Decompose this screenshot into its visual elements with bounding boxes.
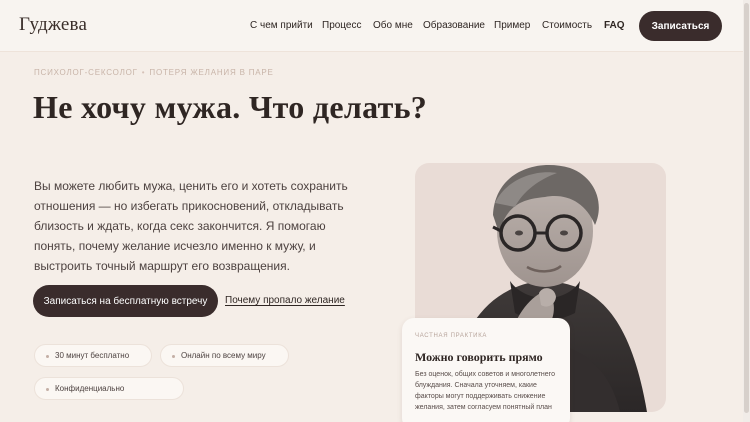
- chip-30-min-free: 30 минут бесплатно: [34, 344, 152, 367]
- nav-item-obrazovanie[interactable]: Образование: [423, 20, 485, 31]
- chip-dot-icon: [46, 355, 49, 358]
- quote-card-heading: Можно говорить прямо: [415, 350, 543, 364]
- chip-label: 30 минут бесплатно: [55, 351, 130, 360]
- nav-item-process[interactable]: Процесс: [322, 20, 362, 31]
- nav-item-stoimost[interactable]: Стоимость: [542, 20, 592, 31]
- breadcrumb: Психолог-сексолог • Потеря желания в паре: [34, 68, 274, 77]
- quote-card-text: Без оценок, общих советов и многолетнего…: [415, 371, 555, 411]
- chip-dot-icon: [46, 388, 49, 391]
- breadcrumb-item-specialty[interactable]: Психолог-сексолог: [34, 68, 138, 77]
- nav-item-primer[interactable]: Пример: [494, 20, 530, 31]
- hero-description: Вы можете любить мужа, ценить его и хоте…: [34, 179, 348, 273]
- nav-item-s-chem-prijti[interactable]: С чем прийти: [250, 20, 313, 31]
- free-meeting-button[interactable]: Записаться на бесплатную встречу: [33, 285, 218, 317]
- header-signup-button[interactable]: Записаться: [639, 11, 722, 41]
- main-nav: С чем прийти Процесс Обо мне Образование…: [0, 20, 750, 34]
- breadcrumb-separator: •: [141, 68, 146, 77]
- scrollbar-thumb[interactable]: [744, 3, 749, 413]
- chip-label: Конфиденциально: [55, 384, 125, 393]
- scrollbar[interactable]: [743, 0, 750, 422]
- nav-item-obo-mne[interactable]: Обо мне: [373, 20, 413, 31]
- chip-dot-icon: [172, 355, 175, 358]
- chip-confidential: Конфиденциально: [34, 377, 184, 400]
- quote-card-label: Частная практика: [415, 333, 488, 339]
- nav-item-faq[interactable]: FAQ: [604, 20, 625, 31]
- chip-online-worldwide: Онлайн по всему миру: [160, 344, 289, 367]
- chip-label: Онлайн по всему миру: [181, 351, 266, 360]
- breadcrumb-item-topic: Потеря желания в паре: [149, 68, 274, 77]
- site-header: Гуджева С чем прийти Процесс Обо мне Обр…: [0, 0, 750, 52]
- why-desire-lost-link[interactable]: Почему пропало желание: [225, 295, 345, 306]
- quote-card: Частная практика Можно говорить прямо Бе…: [402, 318, 570, 422]
- page-title: Не хочу мужа. Что делать?: [33, 89, 428, 125]
